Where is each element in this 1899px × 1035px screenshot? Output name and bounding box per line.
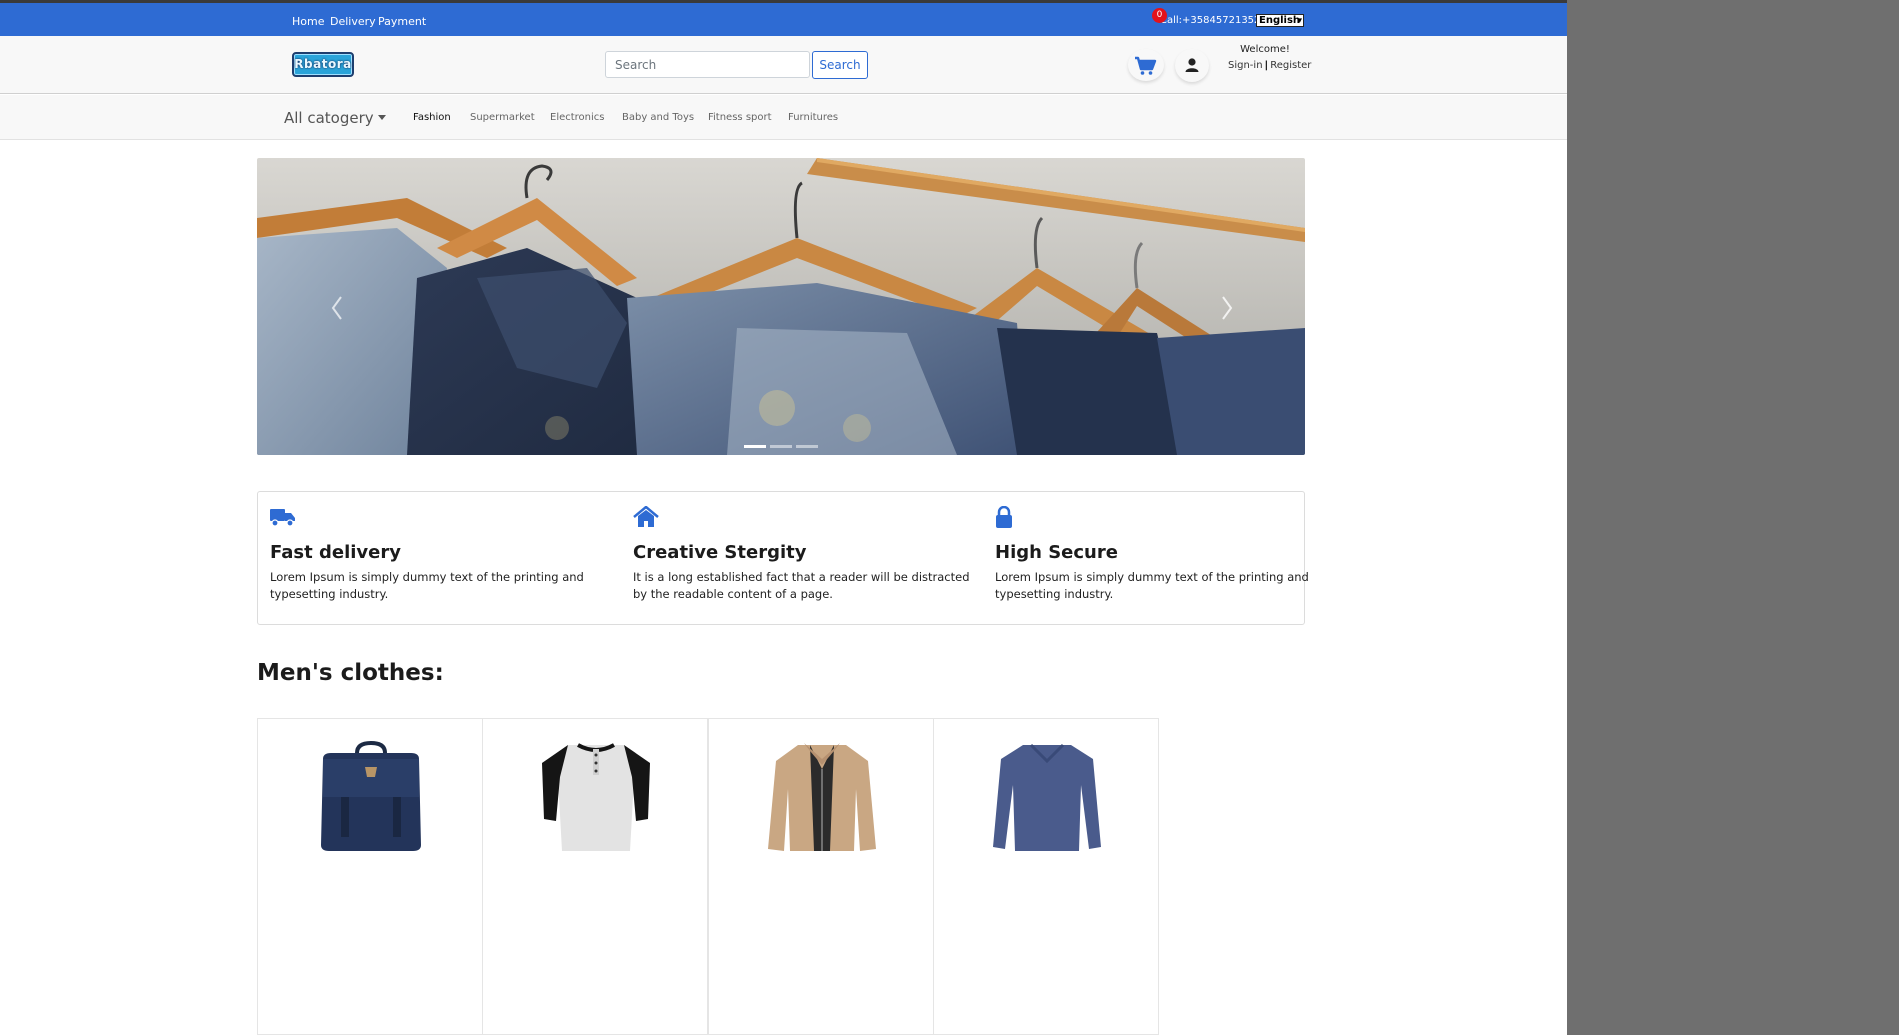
category-supermarket[interactable]: Supermarket (470, 112, 535, 123)
user-account-button[interactable] (1175, 49, 1209, 82)
product-card[interactable] (482, 718, 708, 1035)
feature-creative-stergity: Creative Stergity It is a long establish… (633, 505, 973, 603)
page: Home Delivery Payment Call:+35845721352 … (0, 0, 1567, 1035)
product-card[interactable] (708, 718, 934, 1035)
product-card[interactable] (933, 718, 1159, 1035)
henley-shirt-image (542, 743, 650, 851)
home-icon (633, 505, 659, 527)
lock-icon (996, 505, 1012, 528)
feature-title: Fast delivery (270, 542, 401, 563)
carousel-next-icon[interactable] (1217, 293, 1237, 323)
feature-text: Lorem Ipsum is simply dummy text of the … (995, 570, 1309, 601)
category-electronics[interactable]: Electronics (550, 112, 605, 123)
auth-links: Sign-in | Register (1228, 60, 1311, 71)
cart-count-badge: 0 (1152, 8, 1167, 23)
feature-text: Lorem Ipsum is simply dummy text of the … (270, 570, 584, 601)
product-grid (257, 718, 1160, 1035)
hero-carousel (257, 158, 1305, 455)
search-button[interactable]: Search (812, 51, 868, 79)
feature-title: Creative Stergity (633, 542, 807, 563)
features-panel: Fast delivery Lorem Ipsum is simply dumm… (257, 491, 1309, 625)
feature-title: High Secure (995, 542, 1118, 563)
backpack-image (321, 740, 421, 851)
carousel-indicator-1[interactable] (744, 445, 766, 448)
category-bar: All catogery Fashion Supermarket Electro… (0, 95, 1567, 140)
all-category-dropdown[interactable]: All catogery (284, 109, 386, 127)
user-icon (1185, 58, 1199, 72)
background-strip (1567, 0, 1899, 1035)
jacket-image (768, 743, 876, 851)
top-bar: Home Delivery Payment Call:+35845721352 … (0, 0, 1567, 36)
carousel-indicator-2[interactable] (770, 445, 792, 448)
category-fashion[interactable]: Fashion (413, 112, 451, 123)
chevron-down-icon: ▾ (1297, 16, 1302, 26)
cart-icon (1135, 56, 1157, 75)
site-logo[interactable]: Rbatora (292, 52, 354, 77)
separator: | (1264, 60, 1269, 71)
product-card[interactable] (257, 718, 483, 1035)
truck-icon (270, 509, 295, 527)
jeans-on-hangers-image (257, 158, 1305, 455)
category-furnitures[interactable]: Furnitures (788, 112, 838, 123)
register-link[interactable]: Register (1270, 60, 1311, 71)
longsleeve-shirt-image (993, 743, 1101, 851)
feature-text: It is a long established fact that a rea… (633, 570, 970, 601)
phone-number: Call:+35845721352 (1160, 15, 1261, 26)
nav-delivery-link[interactable]: Delivery (330, 15, 376, 28)
sign-in-link[interactable]: Sign-in (1228, 60, 1263, 71)
search-input[interactable]: Search (605, 51, 810, 78)
carousel-prev-icon[interactable] (327, 293, 347, 323)
feature-high-secure: High Secure Lorem Ipsum is simply dummy … (995, 505, 1335, 603)
cart-button[interactable] (1128, 49, 1164, 81)
logo-text: Rbatora (294, 57, 352, 71)
category-baby-and-toys[interactable]: Baby and Toys (622, 112, 694, 123)
all-category-label: All catogery (284, 109, 374, 127)
language-value: English (1259, 15, 1301, 26)
feature-fast-delivery: Fast delivery Lorem Ipsum is simply dumm… (270, 506, 610, 603)
welcome-text: Welcome! (1240, 44, 1290, 55)
language-select[interactable]: English ▾ (1256, 14, 1304, 27)
caret-down-icon (377, 115, 386, 120)
carousel-indicator-3[interactable] (796, 445, 818, 448)
category-fitness-sport[interactable]: Fitness sport (708, 112, 772, 123)
carousel-indicators (742, 433, 820, 452)
main-header: Rbatora Search Search Welcome! Sign-in | R… (0, 36, 1567, 94)
nav-home-link[interactable]: Home (292, 15, 324, 28)
nav-payment-link[interactable]: Payment (378, 15, 426, 28)
section-title: Men's clothes: (257, 660, 444, 686)
